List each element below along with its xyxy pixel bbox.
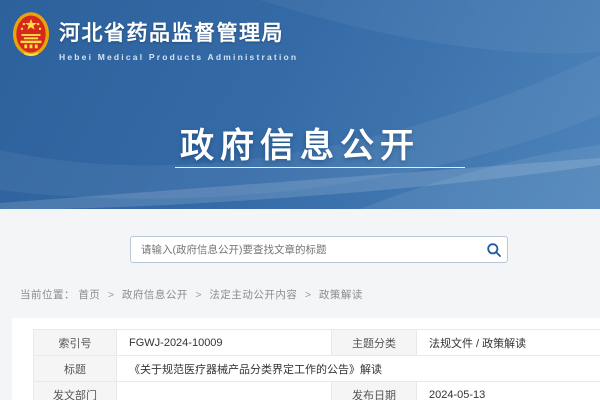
breadcrumb: 当前位置： 首页 > 政府信息公开 > 法定主动公开内容 > 政策解读 [20, 287, 363, 302]
national-emblem-icon [12, 11, 50, 59]
breadcrumb-separator: > [195, 289, 202, 301]
breadcrumb-item-policy-interpretation[interactable]: 政策解读 [319, 289, 363, 301]
page: { "header": { "site_name": "河北省药品监督管理局",… [0, 0, 600, 400]
breadcrumb-separator: > [305, 289, 312, 301]
field-label-index-number: 索引号 [34, 330, 117, 356]
breadcrumb-item-statutory-disclosure[interactable]: 法定主动公开内容 [209, 289, 297, 301]
content-area: 当前位置： 首页 > 政府信息公开 > 法定主动公开内容 > 政策解读 索引号 … [0, 209, 600, 400]
document-info-card: 索引号 FGWJ-2024-10009 主题分类 法规文件 / 政策解读 标题 … [12, 318, 600, 400]
page-title: 政府信息公开 [0, 118, 600, 167]
field-label-issuing-department: 发文部门 [34, 382, 117, 400]
field-label-subject-category: 主题分类 [332, 330, 417, 356]
breadcrumb-separator: > [108, 289, 115, 301]
site-name-english: Hebei Medical Products Administration [59, 52, 298, 62]
field-value-issuing-department [117, 382, 332, 400]
top-banner: 河北省药品监督管理局 Hebei Medical Products Admini… [0, 0, 600, 209]
table-row: 索引号 FGWJ-2024-10009 主题分类 法规文件 / 政策解读 [34, 330, 600, 356]
site-header: 河北省药品监督管理局 Hebei Medical Products Admini… [12, 8, 298, 62]
search-button[interactable] [481, 237, 507, 262]
table-row: 标题 《关于规范医疗器械产品分类界定工作的公告》解读 [34, 356, 600, 382]
info-table: 索引号 FGWJ-2024-10009 主题分类 法规文件 / 政策解读 标题 … [33, 329, 600, 400]
search-box [130, 236, 508, 263]
table-row: 发文部门 发布日期 2024-05-13 [34, 382, 600, 400]
breadcrumb-item-home[interactable]: 首页 [78, 289, 100, 301]
search-icon [486, 242, 502, 258]
search-input[interactable] [131, 244, 481, 256]
field-value-subject-category: 法规文件 / 政策解读 [417, 330, 600, 356]
field-label-title: 标题 [34, 356, 117, 382]
breadcrumb-prefix: 当前位置： [20, 289, 75, 301]
site-name: 河北省药品监督管理局 [59, 17, 298, 47]
breadcrumb-item-gov-info[interactable]: 政府信息公开 [122, 289, 188, 301]
field-value-title: 《关于规范医疗器械产品分类界定工作的公告》解读 [117, 356, 600, 382]
field-label-publish-date: 发布日期 [332, 382, 417, 400]
field-value-publish-date: 2024-05-13 [417, 382, 600, 400]
banner-underline [175, 167, 465, 168]
field-value-index-number: FGWJ-2024-10009 [117, 330, 332, 356]
